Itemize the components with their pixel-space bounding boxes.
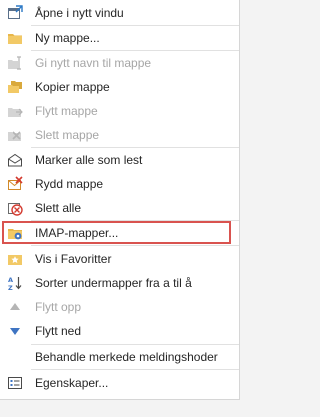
menu-item-label: Kopier mappe <box>35 79 110 94</box>
copy-folder-icon <box>7 79 23 95</box>
menu-item-label: Sorter undermapper fra a til å <box>35 275 192 290</box>
rename-folder-icon <box>7 55 23 71</box>
open-in-new-window-icon <box>7 4 23 21</box>
menu-item-label: Åpne i nytt vindu <box>35 5 124 20</box>
menu-item-label: Gi nytt navn til mappe <box>35 55 152 70</box>
menu-item-move-up[interactable]: Flytt opp <box>0 296 239 317</box>
menu-item-move-down[interactable]: Flytt ned <box>0 320 239 341</box>
menu-item-label: Egenskaper... <box>35 375 109 390</box>
properties-icon <box>7 375 23 391</box>
menu-item-copy-folder[interactable]: Kopier mappe <box>0 76 239 97</box>
sort-a-z-icon: A Z <box>7 275 23 291</box>
menu-item-show-in-favorites[interactable]: Vis i Favoritter <box>0 248 239 269</box>
menu-item-mark-all-read[interactable]: Marker alle som lest <box>0 149 239 170</box>
menu-separator <box>31 147 239 148</box>
move-down-icon <box>7 323 23 339</box>
delete-all-icon <box>7 200 23 216</box>
menu-separator <box>31 369 239 370</box>
menu-item-label: Ny mappe... <box>35 30 100 45</box>
menu-item-label: Rydd mappe <box>35 176 104 191</box>
mark-all-read-icon <box>7 152 23 168</box>
menu-item-delete-folder[interactable]: Slett mappe <box>0 124 239 145</box>
menu-item-new-folder[interactable]: Ny mappe... <box>0 27 239 48</box>
menu-item-label: Slett mappe <box>35 127 100 142</box>
menu-item-label: Slett alle <box>35 200 82 215</box>
menu-separator <box>31 344 239 345</box>
delete-folder-icon <box>7 127 23 143</box>
clean-up-folder-icon <box>7 175 23 192</box>
new-folder-icon <box>7 30 23 46</box>
menu-item-delete-all[interactable]: Slett alle <box>0 197 239 218</box>
menu-item-move-folder[interactable]: Flytt mappe <box>0 100 239 121</box>
menu-item-open-in-new-window[interactable]: Åpne i nytt vindu <box>0 2 239 23</box>
menu-separator <box>31 25 239 26</box>
menu-item-properties[interactable]: Egenskaper... <box>0 372 239 393</box>
folder-context-menu: Åpne i nytt vindu Ny mappe... Gi nytt na… <box>0 0 240 400</box>
menu-item-label: Flytt mappe <box>35 103 98 118</box>
menu-item-sort-subfolders[interactable]: A Z Sorter undermapper fra a til å <box>0 272 239 293</box>
favorites-icon <box>7 251 23 267</box>
svg-text:Z: Z <box>8 284 13 291</box>
menu-item-label: Flytt ned <box>35 323 82 338</box>
highlight-box <box>2 221 231 244</box>
menu-item-process-marked-headers[interactable]: Behandle merkede meldingshoder <box>0 346 239 367</box>
svg-text:A: A <box>8 276 13 284</box>
menu-item-label: Vis i Favoritter <box>35 251 112 266</box>
menu-item-clean-up-folder[interactable]: Rydd mappe <box>0 173 239 194</box>
menu-separator <box>31 50 239 51</box>
menu-item-label: Behandle merkede meldingshoder <box>35 349 218 364</box>
menu-item-label: Marker alle som lest <box>35 152 143 167</box>
menu-item-rename-folder[interactable]: Gi nytt navn til mappe <box>0 52 239 73</box>
menu-separator <box>31 245 239 246</box>
menu-item-label: Flytt opp <box>35 299 82 314</box>
move-folder-icon <box>7 103 23 119</box>
move-up-icon <box>7 299 23 315</box>
